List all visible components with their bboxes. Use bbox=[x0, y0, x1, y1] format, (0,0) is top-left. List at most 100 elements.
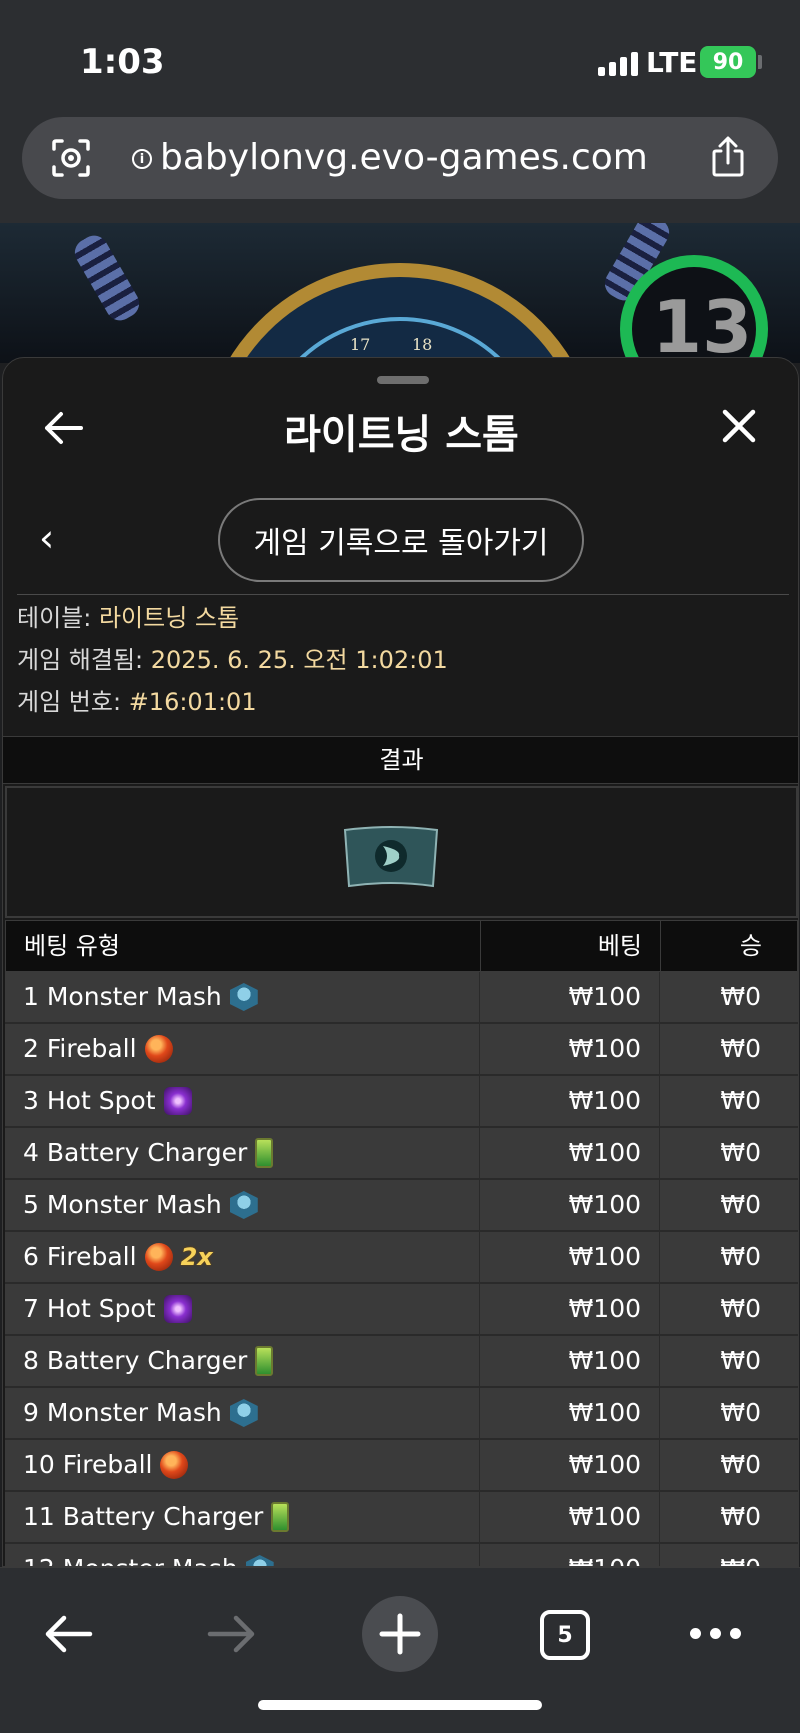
win-amount-cell: ₩0 bbox=[720, 1242, 761, 1271]
bet-type-cell: 2 Fireball bbox=[23, 1024, 173, 1074]
back-icon[interactable] bbox=[42, 1612, 94, 1656]
game-number-label: 게임 번호: bbox=[17, 688, 122, 716]
table-info: 테이블: 라이트닝 스톰 bbox=[17, 598, 239, 633]
column-separator bbox=[479, 1492, 480, 1542]
fireball-icon bbox=[160, 1451, 189, 1479]
win-amount-cell: ₩0 bbox=[720, 1086, 761, 1115]
wheel-number: 18 bbox=[412, 335, 433, 354]
chevron-left-icon[interactable]: ‹ bbox=[39, 516, 54, 560]
drag-handle[interactable] bbox=[377, 376, 429, 384]
bet-amount-cell: ₩100 bbox=[568, 1034, 641, 1063]
table-row: 9 Monster Mash ₩100 ₩0 bbox=[5, 1388, 798, 1440]
column-separator bbox=[479, 1440, 480, 1490]
result-tile-icon bbox=[343, 826, 439, 888]
battery-tip bbox=[758, 55, 762, 69]
fireball-icon bbox=[144, 1035, 173, 1063]
bet-type-cell: 11 Battery Charger bbox=[23, 1492, 290, 1542]
bet-type-label: 2 Fireball bbox=[23, 1034, 137, 1063]
column-separator bbox=[659, 972, 660, 1022]
column-separator bbox=[659, 1492, 660, 1542]
bet-amount-cell: ₩100 bbox=[568, 1502, 641, 1531]
bet-type-label: 4 Battery Charger bbox=[23, 1138, 248, 1167]
timer-value: 13 bbox=[652, 285, 753, 363]
header-win: 승 bbox=[739, 932, 762, 960]
column-separator bbox=[479, 1336, 480, 1386]
table-row: 7 Hot Spot ₩100 ₩0 bbox=[5, 1284, 798, 1336]
battery-icon bbox=[255, 1346, 274, 1376]
bet-type-cell: 1 Monster Mash bbox=[23, 972, 258, 1022]
bet-amount-cell: ₩100 bbox=[481, 1544, 641, 1566]
bet-type-label: 3 Hot Spot bbox=[23, 1086, 156, 1115]
result-box bbox=[5, 786, 798, 918]
bet-type-label: 8 Battery Charger bbox=[23, 1346, 248, 1375]
column-separator bbox=[659, 1544, 660, 1566]
column-separator bbox=[659, 1388, 660, 1438]
browser-url-bar: i babylonvg.evo-games.com bbox=[0, 115, 800, 223]
column-separator bbox=[479, 1180, 480, 1230]
divider bbox=[17, 594, 789, 595]
game-number-value: #16:01:01 bbox=[128, 688, 257, 716]
table-row: 4 Battery Charger ₩100 ₩0 bbox=[5, 1128, 798, 1180]
bet-amount-cell: ₩100 bbox=[568, 1294, 641, 1323]
column-separator bbox=[479, 972, 480, 1022]
column-separator bbox=[659, 1076, 660, 1126]
win-amount-cell: ₩0 bbox=[720, 1502, 761, 1531]
wheel-number: 17 bbox=[350, 335, 371, 354]
battery-icon bbox=[255, 1138, 274, 1168]
table-row: 2 Fireball ₩100 ₩0 bbox=[5, 1024, 798, 1076]
column-separator bbox=[479, 1544, 480, 1566]
tabs-button[interactable]: 5 bbox=[540, 1610, 590, 1660]
close-icon[interactable] bbox=[719, 406, 759, 446]
bet-amount-cell: ₩100 bbox=[568, 1398, 641, 1427]
bet-type-label: 9 Monster Mash bbox=[23, 1398, 222, 1427]
column-separator bbox=[479, 1284, 480, 1334]
table-row: 3 Hot Spot ₩100 ₩0 bbox=[5, 1076, 798, 1128]
table-label: 테이블: bbox=[17, 604, 92, 632]
header-bet: 베팅 bbox=[597, 932, 642, 960]
address-field[interactable]: i babylonvg.evo-games.com bbox=[22, 117, 778, 199]
new-tab-button[interactable] bbox=[362, 1596, 438, 1672]
bet-type-cell: 5 Monster Mash bbox=[23, 1180, 258, 1230]
bet-type-cell: 7 Hot Spot bbox=[23, 1284, 192, 1334]
bet-amount-cell: ₩100 bbox=[568, 1086, 641, 1115]
more-icon[interactable] bbox=[690, 1628, 742, 1640]
bets-table-body: 1 Monster Mash ₩100 ₩0 2 Fireball ₩100 ₩0 3 Ho… bbox=[5, 972, 798, 1566]
multiplier-badge: 2x bbox=[180, 1243, 213, 1271]
bet-amount-cell: ₩100 bbox=[568, 1242, 641, 1271]
column-separator bbox=[479, 1388, 480, 1438]
bet-amount-cell: ₩100 bbox=[568, 1190, 641, 1219]
bet-type-cell: 9 Monster Mash bbox=[23, 1388, 258, 1438]
bet-amount-cell: ₩100 bbox=[568, 1450, 641, 1479]
home-indicator bbox=[258, 1700, 542, 1710]
column-separator bbox=[479, 1128, 480, 1178]
bet-amount-cell: ₩100 bbox=[568, 982, 641, 1011]
bet-type-label: 5 Monster Mash bbox=[23, 1190, 222, 1219]
table-row: 8 Battery Charger ₩100 ₩0 bbox=[5, 1336, 798, 1388]
battery-icon: 90 bbox=[700, 46, 756, 78]
network-label: LTE bbox=[646, 46, 698, 79]
game-number-info: 게임 번호: #16:01:01 bbox=[17, 682, 257, 717]
column-separator bbox=[659, 1180, 660, 1230]
bet-type-cell: 6 Fireball 2x bbox=[23, 1232, 213, 1282]
battery-icon bbox=[271, 1502, 290, 1532]
column-separator bbox=[659, 1284, 660, 1334]
result-header: 결과 bbox=[3, 736, 798, 784]
info-icon[interactable]: i bbox=[132, 149, 152, 169]
column-separator bbox=[659, 1024, 660, 1074]
column-separator bbox=[660, 921, 661, 971]
forward-icon[interactable] bbox=[206, 1612, 258, 1656]
bet-type-cell: 3 Hot Spot bbox=[23, 1076, 192, 1126]
bet-type-label: 7 Hot Spot bbox=[23, 1294, 156, 1323]
lens-icon[interactable] bbox=[50, 137, 92, 179]
hotspot-icon bbox=[163, 1295, 192, 1323]
win-amount-cell: ₩0 bbox=[661, 1544, 761, 1566]
table-row: 5 Monster Mash ₩100 ₩0 bbox=[5, 1180, 798, 1232]
win-amount-cell: ₩0 bbox=[720, 1190, 761, 1219]
bet-type-cell: 4 Battery Charger bbox=[23, 1128, 274, 1178]
column-separator bbox=[479, 1024, 480, 1074]
back-to-history-button[interactable]: 게임 기록으로 돌아가기 bbox=[218, 498, 584, 582]
column-separator bbox=[659, 1232, 660, 1282]
share-icon[interactable] bbox=[708, 135, 748, 179]
url-text[interactable]: babylonvg.evo-games.com bbox=[160, 137, 648, 178]
fireball-icon bbox=[144, 1243, 173, 1271]
